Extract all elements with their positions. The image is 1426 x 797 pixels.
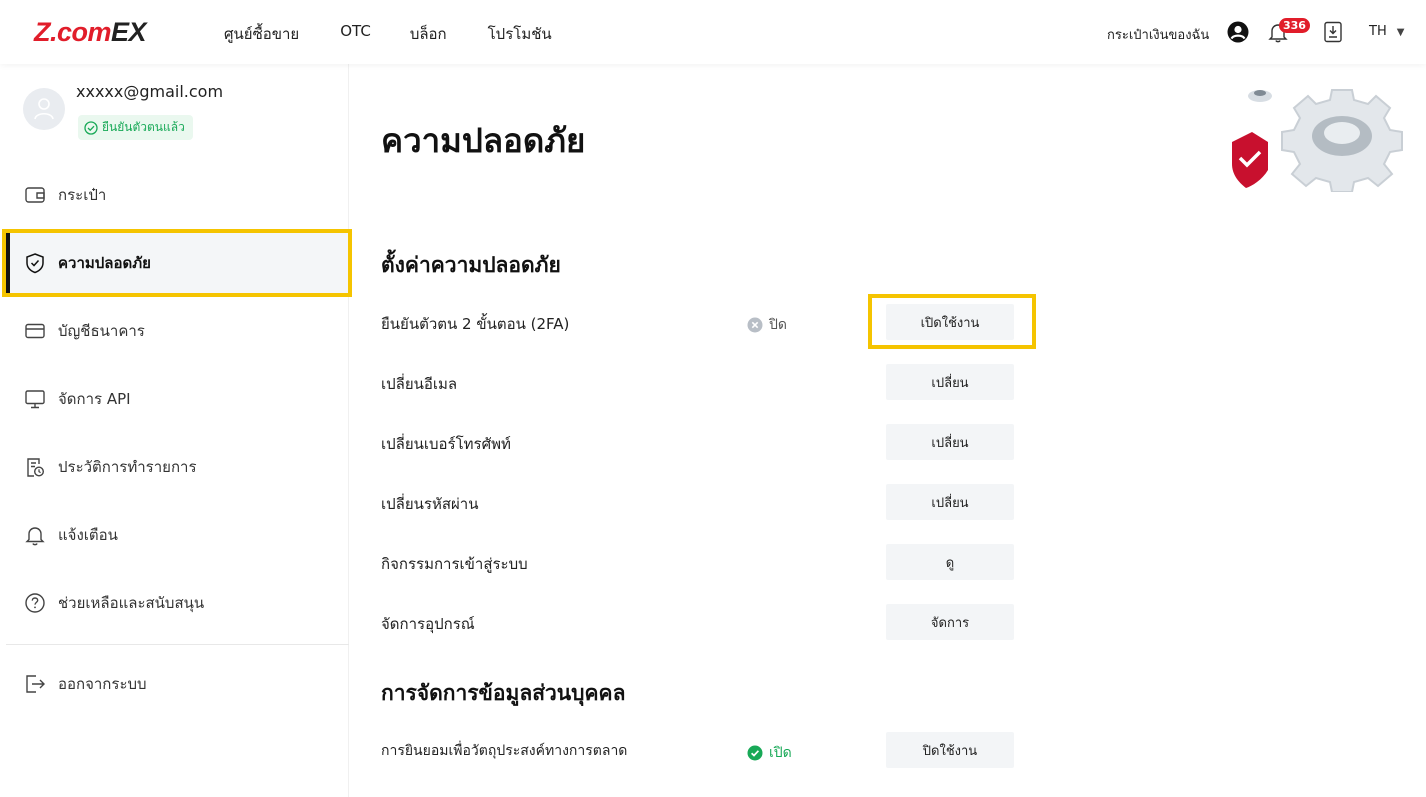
sidebar-item-label: กระเป๋า — [58, 186, 107, 204]
sidebar-item-security[interactable]: ความปลอดภัย — [6, 231, 349, 295]
disable-marketing-consent-button[interactable]: ปิดใช้งาน — [886, 732, 1014, 768]
account-sidebar: xxxxx@gmail.com ยืนยันตัวตนแล้ว กระเป๋า … — [6, 64, 349, 797]
marketing-consent-label: การยินยอมเพื่อวัตถุประสงค์ทางการตลาด — [381, 743, 628, 759]
change-phone-label: เปลี่ยนเบอร์โทรศัพท์ — [381, 435, 511, 453]
sidebar-item-api[interactable]: จัดการ API — [6, 367, 349, 431]
manage-devices-button[interactable]: จัดการ — [886, 604, 1014, 640]
change-email-button[interactable]: เปลี่ยน — [886, 364, 1014, 400]
sidebar-item-label: ประวัติการทำรายการ — [58, 458, 197, 476]
verified-badge: ยืนยันตัวตนแล้ว — [78, 115, 193, 140]
avatar — [23, 88, 65, 130]
view-login-activity-button[interactable]: ดู — [886, 544, 1014, 580]
security-gear-illustration — [1232, 89, 1403, 192]
change-phone-button[interactable]: เปลี่ยน — [886, 424, 1014, 460]
login-activity-label: กิจกรรมการเข้าสู่ระบบ — [381, 555, 528, 573]
page-title: ความปลอดภัย — [381, 121, 586, 160]
bell-icon — [25, 527, 45, 546]
sidebar-item-label: ออกจากระบบ — [58, 675, 147, 693]
change-password-button[interactable]: เปลี่ยน — [886, 484, 1014, 520]
top-header: Z.comEX ศูนย์ซื้อขาย OTC บล็อก โปรโมชัน … — [0, 0, 1426, 64]
history-icon — [27, 458, 45, 477]
sidebar-item-label: ความปลอดภัย — [58, 254, 151, 272]
nav-trading-center[interactable]: ศูนย์ซื้อขาย — [224, 22, 299, 46]
my-wallet-link[interactable]: กระเป๋าเงินของฉัน — [1107, 24, 1209, 45]
wallet-icon — [25, 187, 45, 203]
nav-promotion[interactable]: โปรโมชัน — [488, 22, 552, 46]
user-account-icon[interactable] — [1227, 21, 1249, 43]
notification-count-badge: 336 — [1279, 18, 1310, 33]
sidebar-item-history[interactable]: ประวัติการทำรายการ — [6, 435, 349, 499]
bank-card-icon — [25, 323, 45, 339]
sidebar-item-wallet[interactable]: กระเป๋า — [6, 163, 349, 227]
download-app-icon[interactable] — [1323, 21, 1343, 43]
2fa-status: ปิด — [747, 314, 787, 336]
zcom-ex-logo[interactable]: Z.comEX — [34, 19, 147, 46]
sidebar-item-logout[interactable]: ออกจากระบบ — [6, 652, 349, 716]
chevron-down-icon: ▼ — [1396, 27, 1405, 38]
sidebar-item-bank-account[interactable]: บัญชีธนาคาร — [6, 299, 349, 363]
sidebar-item-label: ช่วยเหลือและสนับสนุน — [58, 594, 205, 612]
sidebar-item-label: จัดการ API — [58, 390, 131, 408]
enabled-check-icon — [747, 745, 763, 761]
monitor-icon — [25, 390, 45, 409]
change-email-label: เปลี่ยนอีเมล — [381, 375, 458, 393]
language-selector[interactable]: TH ▼ — [1369, 24, 1404, 39]
2fa-label: ยืนยันตัวตน 2 ขั้นตอน (2FA) — [381, 315, 570, 333]
shield-check-icon — [26, 253, 44, 274]
security-settings-title: ตั้งค่าความปลอดภัย — [381, 253, 561, 277]
help-icon — [25, 593, 45, 613]
sidebar-divider — [6, 644, 349, 645]
check-circle-icon — [84, 120, 98, 135]
main-nav: ศูนย์ซื้อขาย OTC บล็อก โปรโมชัน — [224, 22, 552, 46]
sidebar-item-notifications[interactable]: แจ้งเตือน — [6, 503, 349, 567]
sidebar-item-label: แจ้งเตือน — [58, 526, 118, 544]
nav-otc[interactable]: OTC — [340, 22, 371, 46]
enable-2fa-button[interactable]: เปิดใช้งาน — [886, 304, 1014, 340]
disabled-x-icon — [747, 317, 763, 333]
active-indicator — [6, 231, 10, 295]
marketing-consent-status: เปิด — [747, 742, 792, 764]
nav-blog[interactable]: บล็อก — [410, 22, 447, 46]
privacy-management-title: การจัดการข้อมูลส่วนบุคคล — [381, 681, 626, 705]
manage-devices-label: จัดการอุปกรณ์ — [381, 615, 475, 633]
change-password-label: เปลี่ยนรหัสผ่าน — [381, 495, 479, 513]
user-email: xxxxx@gmail.com — [76, 82, 224, 101]
logout-icon — [26, 675, 45, 693]
user-avatar-icon — [34, 98, 54, 120]
sidebar-item-help[interactable]: ช่วยเหลือและสนับสนุน — [6, 571, 349, 635]
sidebar-item-label: บัญชีธนาคาร — [58, 322, 145, 340]
